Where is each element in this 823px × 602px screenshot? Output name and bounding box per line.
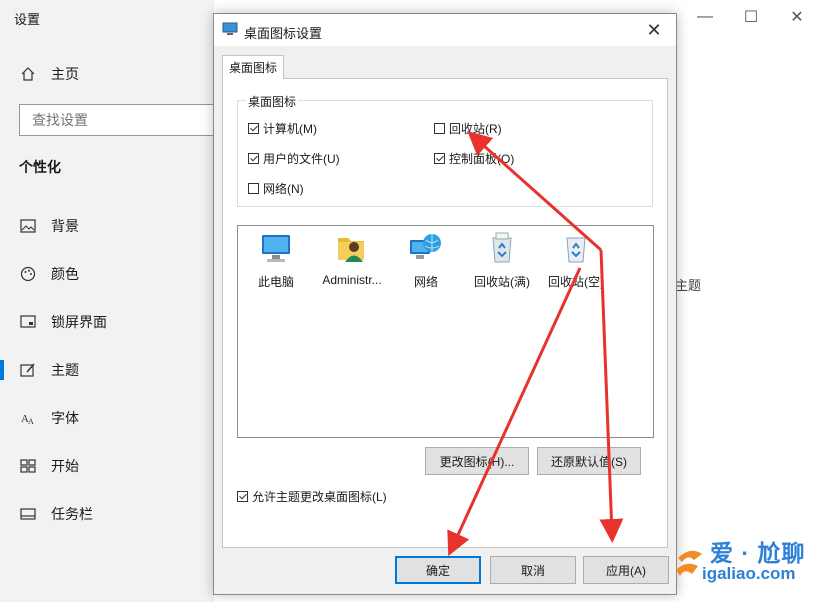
nav-themes-label: 主题	[51, 362, 79, 378]
picture-icon	[19, 217, 37, 235]
icon-item-user-files[interactable]: Administr...	[316, 230, 388, 287]
change-icon-button[interactable]: 更改图标(H)...	[425, 447, 529, 475]
dialog-title-bar[interactable]: 桌面图标设置 ✕	[214, 14, 676, 46]
nav-taskbar[interactable]: 任务栏	[0, 494, 214, 534]
svg-text:A: A	[28, 417, 34, 426]
icon-item-label: 回收站(空)	[548, 275, 604, 289]
checkbox-user-files-box[interactable]	[248, 152, 259, 164]
icon-item-label: 此电脑	[257, 275, 294, 289]
nav-lockscreen-label: 锁屏界面	[51, 314, 107, 330]
nav-taskbar-label: 任务栏	[51, 506, 93, 522]
group-label: 桌面图标	[246, 93, 299, 110]
icon-item-this-pc[interactable]: 此电脑	[240, 230, 312, 290]
checkbox-computer[interactable]: 计算机(M)	[248, 120, 317, 136]
dialog-close-button[interactable]: ✕	[640, 18, 668, 42]
icon-preview-list[interactable]: 此电脑 Administr... 网络 回收站(满) 回收站(空)	[237, 225, 654, 438]
checkbox-recycle-bin-box[interactable]	[434, 122, 445, 134]
settings-title: 设置	[14, 12, 41, 27]
checkbox-network-box[interactable]	[248, 182, 259, 194]
checkbox-control-panel-box[interactable]	[434, 152, 445, 164]
taskbar-icon	[19, 505, 37, 523]
start-grid-icon	[19, 457, 37, 475]
home-icon	[19, 65, 37, 83]
watermark-line2: igaliao.com	[702, 564, 796, 583]
monitor-icon	[222, 22, 238, 35]
nav-background-label: 背景	[51, 218, 79, 234]
checkbox-allow-theme-label: 允许主题更改桌面图标(L)	[252, 489, 387, 504]
icon-item-label: 网络	[413, 275, 438, 289]
desktop-icons-group: 桌面图标 计算机(M) 回收站(R) 用户的文件(U) 控制面板(O) 网络(N…	[237, 93, 653, 207]
cancel-button[interactable]: 取消	[490, 556, 576, 584]
recycle-bin-empty-icon	[566, 237, 586, 263]
checkbox-network[interactable]: 网络(N)	[248, 180, 304, 196]
checkbox-allow-theme[interactable]: 允许主题更改桌面图标(L)	[237, 488, 387, 504]
checkbox-network-label: 网络(N)	[263, 181, 304, 196]
dialog-title: 桌面图标设置	[244, 26, 323, 41]
nav-colors-label: 颜色	[51, 266, 79, 282]
icon-item-recycle-full[interactable]: 回收站(满)	[466, 230, 538, 290]
search-input[interactable]	[30, 105, 194, 135]
restore-default-button[interactable]: 还原默认值(S)	[537, 447, 641, 475]
right-partial-text: 主题	[675, 278, 702, 293]
section-title: 个性化	[19, 159, 61, 175]
apply-button[interactable]: 应用(A)	[583, 556, 669, 584]
checkbox-user-files[interactable]: 用户的文件(U)	[248, 150, 340, 166]
nav-start-label: 开始	[51, 458, 79, 474]
nav-fonts[interactable]: AA 字体	[0, 398, 214, 438]
search-box[interactable]	[19, 104, 214, 136]
minimize-button[interactable]: —	[682, 4, 728, 30]
nav-fonts-label: 字体	[51, 410, 79, 426]
tab-panel: 桌面图标 计算机(M) 回收站(R) 用户的文件(U) 控制面板(O) 网络(N…	[222, 78, 668, 548]
checkbox-user-files-label: 用户的文件(U)	[263, 151, 340, 166]
checkbox-computer-label: 计算机(M)	[263, 121, 317, 136]
checkbox-computer-box[interactable]	[248, 122, 259, 134]
icon-item-network[interactable]: 网络	[390, 230, 462, 290]
checkbox-control-panel-label: 控制面板(O)	[449, 151, 515, 166]
theme-edit-icon	[19, 361, 37, 379]
user-folder-icon	[338, 238, 364, 262]
palette-icon	[19, 265, 37, 283]
checkbox-recycle-bin-label: 回收站(R)	[449, 121, 502, 136]
nav-background[interactable]: 背景	[0, 206, 214, 246]
nav-lockscreen[interactable]: 锁屏界面	[0, 302, 214, 342]
icon-item-label: 回收站(满)	[474, 275, 530, 289]
tab-desktop-icons[interactable]: 桌面图标	[222, 55, 284, 79]
ok-button[interactable]: 确定	[395, 556, 481, 584]
nav-themes[interactable]: 主题	[0, 350, 214, 390]
nav-colors[interactable]: 颜色	[0, 254, 214, 294]
nav-start[interactable]: 开始	[0, 446, 214, 486]
recycle-bin-full-icon	[492, 232, 512, 263]
checkbox-control-panel[interactable]: 控制面板(O)	[434, 150, 514, 166]
nav-home-label: 主页	[51, 66, 79, 82]
lockscreen-icon	[19, 313, 37, 331]
computer-icon	[262, 235, 290, 262]
settings-sidebar: 设置 主页 个性化 背景 颜色 锁屏界面	[0, 0, 214, 602]
network-icon	[410, 234, 441, 259]
desktop-icon-settings-dialog: 桌面图标设置 ✕ 桌面图标 桌面图标 计算机(M) 回收站(R) 用户的文件(U…	[213, 13, 677, 595]
checkbox-recycle-bin[interactable]: 回收站(R)	[434, 120, 502, 136]
watermark-logo: 爱 · 尬聊 igaliao.com	[672, 534, 817, 590]
maximize-button[interactable]: ☐	[728, 4, 774, 30]
watermark-line1: 爱 · 尬聊	[710, 540, 806, 566]
close-button[interactable]: ✕	[774, 4, 820, 30]
icon-item-label: Administr...	[322, 273, 382, 287]
checkbox-allow-theme-box[interactable]	[237, 490, 248, 502]
font-icon: AA	[19, 409, 37, 427]
icon-item-recycle-empty[interactable]: 回收站(空)	[540, 230, 612, 290]
nav-home[interactable]: 主页	[0, 54, 214, 94]
